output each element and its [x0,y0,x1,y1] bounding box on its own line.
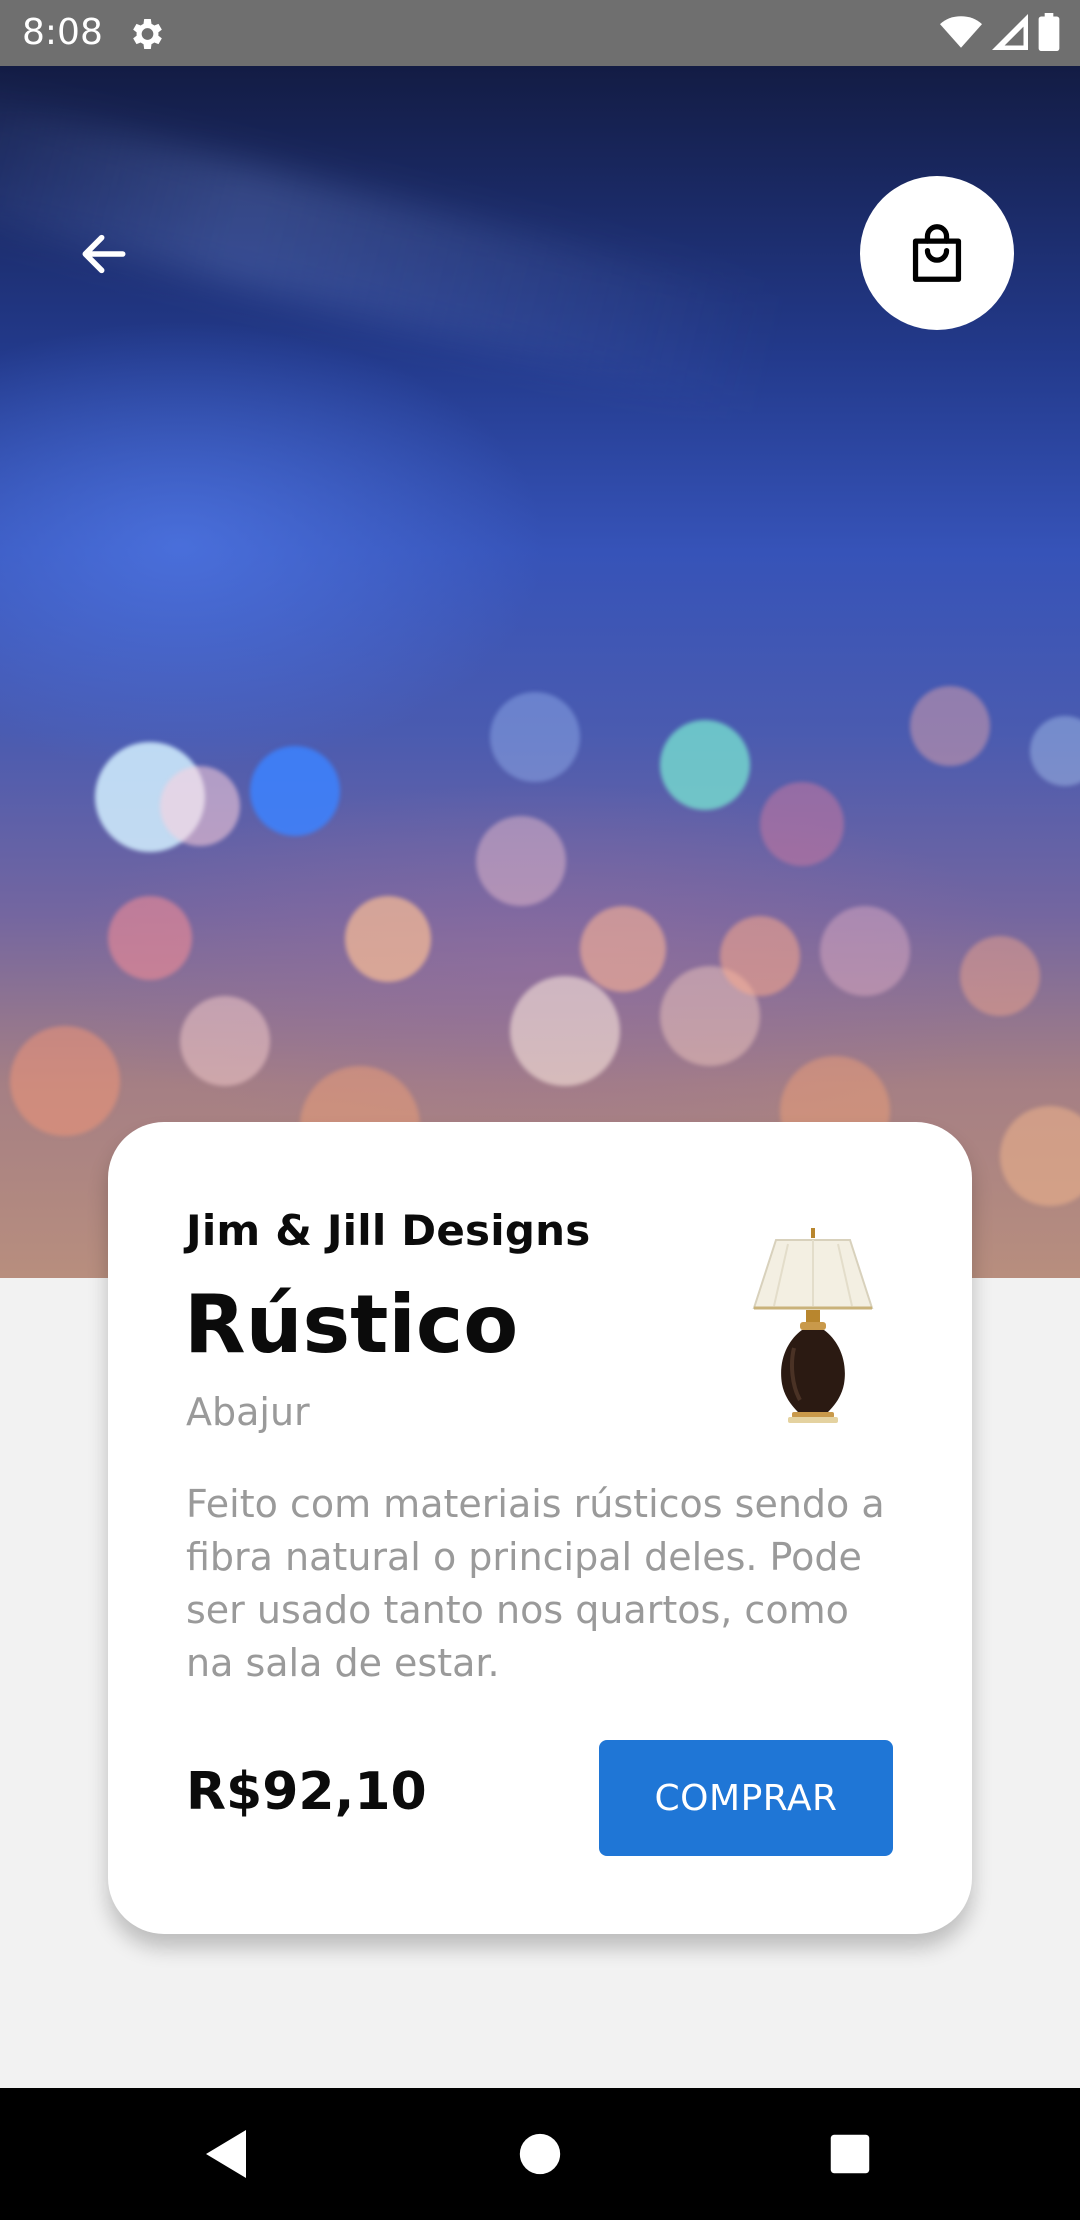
bokeh-light [160,766,240,846]
bokeh-light [960,936,1040,1016]
back-triangle-icon [206,2130,246,2178]
product-name: Rústico [184,1278,519,1371]
bokeh-light [490,692,580,782]
home-circle-icon [519,2133,561,2175]
settings-gear-icon [133,19,162,49]
status-bar: 8:08 [0,0,1080,66]
bokeh-light [10,1026,120,1136]
bokeh-light [476,816,566,906]
bokeh-light [510,976,620,1086]
nav-home-button[interactable] [502,2116,578,2192]
bokeh-light [180,996,270,1086]
buy-button[interactable]: COMPRAR [599,1740,893,1856]
product-card: Jim & Jill Designs Rústico Abajur Feito … [108,1122,972,1934]
bokeh-light [345,896,431,982]
product-price: R$92,10 [186,1762,427,1822]
nav-recents-button[interactable] [812,2116,888,2192]
bokeh-light [1000,1106,1080,1206]
back-button[interactable] [68,218,140,290]
bokeh-light [108,896,192,980]
battery-icon [1038,13,1060,51]
hero-image [0,66,1080,1278]
bokeh-light [660,720,750,810]
bokeh-light [250,746,340,836]
bokeh-light [580,906,666,992]
bokeh-light [720,916,800,996]
status-time: 8:08 [22,12,103,53]
wifi-icon [940,16,982,48]
bokeh-light [760,782,844,866]
table-lamp-image [752,1228,874,1423]
nav-back-button[interactable] [188,2116,264,2192]
navigation-bar [0,2088,1080,2220]
shopping-bag-icon [912,224,962,282]
brand-name: Jim & Jill Designs [186,1206,591,1255]
cellular-signal-icon [992,14,1028,50]
bokeh-light [1030,716,1080,786]
bokeh-light [820,906,910,996]
product-description: Feito com materiais rústicos sendo a fib… [186,1482,885,1685]
cart-button[interactable] [860,176,1014,330]
status-icons [940,12,1060,52]
product-category: Abajur [186,1390,310,1434]
bokeh-light [910,686,990,766]
recents-square-icon [830,2134,870,2174]
arrow-left-icon [82,234,126,274]
